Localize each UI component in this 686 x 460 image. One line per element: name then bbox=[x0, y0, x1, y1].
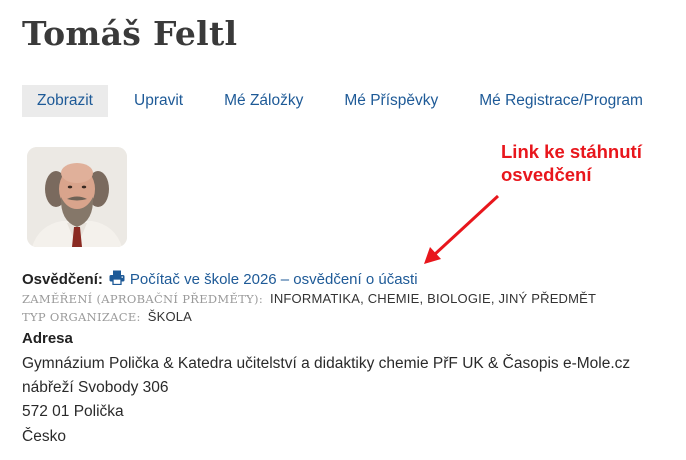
address-line-1: Gymnázium Polička & Katedra učitelství a… bbox=[22, 355, 631, 372]
address-heading: Adresa bbox=[22, 330, 73, 347]
organization-label: TYP ORGANIZACE: bbox=[22, 310, 141, 324]
address-line-3: 572 01 Polička bbox=[22, 403, 124, 420]
certificate-link-text: Počítač ve škole 2026 – osvědčení o účas… bbox=[129, 271, 418, 288]
focus-value: INFORMATIKA, CHEMIE, BIOLOGIE, JINÝ PŘED… bbox=[270, 291, 597, 306]
organization-row: TYP ORGANIZACE: ŠKOLA bbox=[22, 309, 192, 324]
print-icon bbox=[109, 270, 125, 289]
organization-value: ŠKOLA bbox=[147, 309, 193, 324]
certificate-row: Osvědčení: Počítač ve škole 2026 – osvěd… bbox=[22, 270, 418, 289]
focus-label: ZAMĚŘENÍ (APROBAČNÍ PŘEDMĚTY): bbox=[22, 292, 264, 306]
address-line-2: nábřeží Svobody 306 bbox=[22, 379, 169, 396]
certificate-download-link[interactable]: Počítač ve škole 2026 – osvědčení o účas… bbox=[109, 270, 418, 289]
focus-row: ZAMĚŘENÍ (APROBAČNÍ PŘEDMĚTY): INFORMATI… bbox=[22, 291, 596, 306]
certificate-label: Osvědčení: bbox=[22, 271, 103, 288]
address-line-4: Česko bbox=[22, 428, 66, 445]
